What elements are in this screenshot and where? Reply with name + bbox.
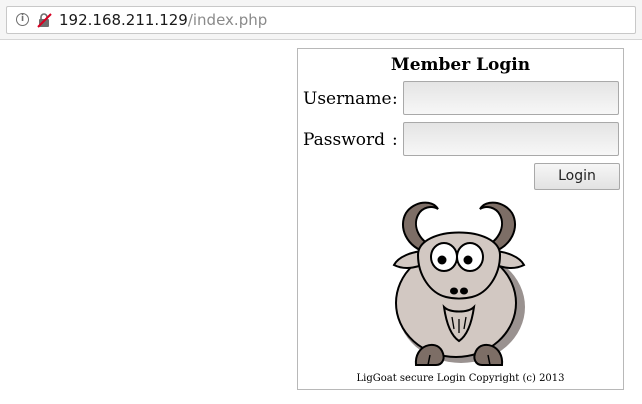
info-icon[interactable]: i xyxy=(16,13,29,26)
login-title: Member Login xyxy=(390,55,531,75)
login-button[interactable]: Login xyxy=(534,163,620,190)
address-field[interactable]: i 192.168.211.129/index.php xyxy=(6,6,636,34)
username-label: Username xyxy=(303,89,392,109)
goat-mascot-image xyxy=(392,201,526,366)
password-label: Password xyxy=(303,130,386,150)
insecure-connection-icon[interactable] xyxy=(36,12,52,28)
url-text[interactable]: 192.168.211.129/index.php xyxy=(59,11,267,29)
url-host: 192.168.211.129 xyxy=(59,11,188,29)
username-colon: : xyxy=(392,89,398,109)
copyright-text: LigGoat secure Login Copyright (c) 2013 xyxy=(356,373,565,384)
password-colon: : xyxy=(392,130,398,150)
password-input[interactable] xyxy=(403,122,619,156)
username-input[interactable] xyxy=(403,81,619,115)
login-panel: Member Login Username : Password : Login xyxy=(297,48,624,390)
browser-url-bar: i 192.168.211.129/index.php xyxy=(0,0,642,40)
url-path: /index.php xyxy=(187,11,268,29)
